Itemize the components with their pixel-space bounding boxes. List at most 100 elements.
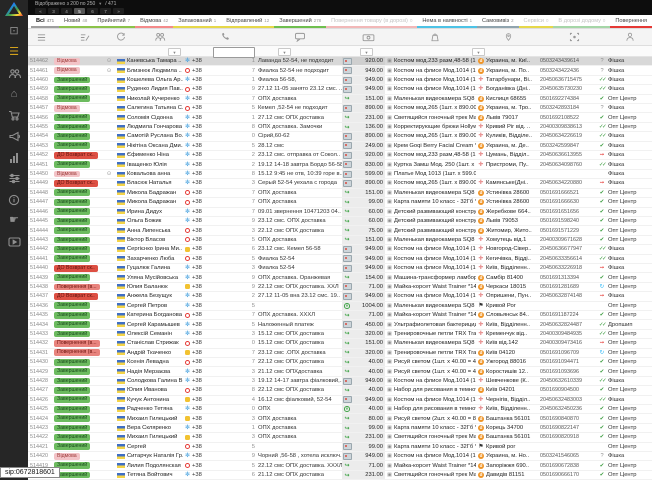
tracking-number[interactable]: 0501691096709: [540, 349, 596, 357]
product-info-icon[interactable]: ▣: [385, 132, 394, 140]
client-phone[interactable]: +38: [192, 424, 213, 432]
warehouse-icon[interactable]: ⌂: [5, 86, 23, 103]
client-phone[interactable]: +38: [192, 292, 213, 300]
order-row[interactable]: 514457ВідмоваСалегина Татьяна С..+385Кем…: [28, 104, 652, 113]
client-phone[interactable]: +38: [192, 367, 213, 375]
product-info-icon[interactable]: ▣: [385, 85, 394, 93]
product-info-icon[interactable]: ▣: [385, 330, 394, 338]
tracking-number[interactable]: 0501691094471: [540, 358, 596, 366]
tab-Повернення[interactable]: Повернення: [610, 15, 652, 28]
client-phone[interactable]: +38: [192, 264, 213, 272]
client-phone[interactable]: +38: [192, 66, 213, 74]
product-filter-dropdown[interactable]: ▼: [472, 48, 485, 56]
client-phone[interactable]: +38: [192, 236, 213, 244]
product-info-icon[interactable]: ▣: [385, 208, 394, 216]
order-row[interactable]: 514458ЗавершенийНиколай Кучеренко✻+387ОП…: [28, 95, 652, 104]
client-phone[interactable]: +38: [192, 160, 213, 168]
tracking-number[interactable]: 20450632483003: [540, 396, 596, 404]
order-row[interactable]: 514453ЗавершенийНікітіна Оксана Дми..✻+3…: [28, 142, 652, 151]
tracking-number[interactable]: 20450634098760: [540, 160, 596, 168]
product-info-icon[interactable]: ▣: [385, 189, 394, 197]
page-button-5[interactable]: 5: [74, 8, 85, 14]
column-tracking-icon[interactable]: [540, 29, 608, 45]
monitor-icon[interactable]: ⊡: [5, 23, 23, 40]
video-icon[interactable]: [5, 233, 23, 250]
client-phone[interactable]: +38: [192, 95, 213, 103]
tracking-number[interactable]: 20400309473416: [540, 339, 596, 347]
product-info-icon[interactable]: ▣: [385, 217, 394, 225]
client-phone[interactable]: +38: [192, 226, 213, 234]
product-info-icon[interactable]: ▣: [385, 236, 394, 244]
client-phone[interactable]: +38: [192, 320, 213, 328]
client-filter-dropdown[interactable]: ▼: [168, 48, 181, 56]
stats-icon[interactable]: [5, 149, 23, 166]
order-row[interactable]: 514421ЗавершенийСергей+38599.00▣Карта па…: [28, 443, 652, 452]
tracking-number[interactable]: 0501690822147: [540, 424, 596, 432]
chevron-down-icon[interactable]: ▼: [98, 1, 102, 6]
phone-filter-input[interactable]: [213, 47, 255, 58]
column-phone-icon[interactable]: [192, 29, 258, 45]
tracking-number[interactable]: 0503243439614: [540, 57, 596, 65]
client-phone[interactable]: +38: [192, 452, 213, 460]
client-phone[interactable]: +38: [192, 396, 213, 404]
column-product-icon[interactable]: [394, 29, 476, 45]
order-row[interactable]: 514443ЗавершенийВіктор Власов+385ОПХ дос…: [28, 236, 652, 245]
order-row[interactable]: 514451ЗавершенийІващенко Юлія✻+38219.12 …: [28, 160, 652, 169]
client-phone[interactable]: +38: [192, 217, 213, 225]
order-row[interactable]: 514424ЗавершенийМихаил Гилецький+383ОПХ …: [28, 414, 652, 423]
tracking-number[interactable]: 0501692274384: [540, 95, 596, 103]
product-info-icon[interactable]: ▣: [385, 160, 394, 168]
client-phone[interactable]: +38: [192, 339, 213, 347]
product-info-icon[interactable]: ▣: [385, 113, 394, 121]
client-phone[interactable]: +38: [192, 283, 213, 291]
client-phone[interactable]: +38: [192, 433, 213, 441]
tracking-number[interactable]: 0501691666521: [540, 189, 596, 197]
client-phone[interactable]: +38: [192, 443, 213, 451]
page-button-7[interactable]: 7: [100, 8, 111, 14]
product-info-icon[interactable]: ▣: [385, 320, 394, 328]
tracking-number[interactable]: 0501692108522: [540, 113, 596, 121]
last-page-button[interactable]: »: [113, 8, 124, 14]
clients-icon[interactable]: [5, 65, 23, 82]
tracking-number[interactable]: 0501691313394: [540, 273, 596, 281]
product-info-icon[interactable]: ▣: [385, 179, 394, 187]
amount-filter-dropdown[interactable]: ▼: [360, 48, 373, 56]
column-amount-icon[interactable]: [342, 29, 394, 45]
tab-Відмова[interactable]: Відмова42: [135, 15, 173, 28]
client-phone[interactable]: +38: [192, 76, 213, 84]
tracking-number[interactable]: 0501691281689: [540, 283, 596, 291]
tracking-number[interactable]: 0501690666170: [540, 471, 596, 479]
cart-icon[interactable]: [5, 107, 23, 124]
megaphone-icon[interactable]: [5, 128, 23, 145]
order-row[interactable]: 514422ЗавершенийМихаил Гилецький+383ОПХ …: [28, 433, 652, 442]
tracking-number[interactable]: 20450632450236: [540, 405, 596, 413]
tracking-number[interactable]: 0501691666630: [540, 198, 596, 206]
client-phone[interactable]: +38: [192, 123, 213, 131]
client-phone[interactable]: +38: [192, 57, 213, 65]
client-phone[interactable]: +38: [192, 358, 213, 366]
order-row[interactable]: 514419ЗавершенийЛилия Подолянская+38522.…: [28, 461, 652, 470]
client-phone[interactable]: +38: [192, 104, 213, 112]
tab-Самовивіз[interactable]: Самовивіз2: [477, 15, 519, 28]
product-info-icon[interactable]: ▣: [385, 273, 394, 281]
page-button-3[interactable]: 3: [48, 8, 59, 14]
tracking-number[interactable]: 0501691651656: [540, 208, 596, 216]
order-row[interactable]: 514431Повернення (в...Андрій Ткаченко+38…: [28, 349, 652, 358]
column-source-icon[interactable]: [608, 29, 652, 45]
tab-Сервіси[interactable]: Сервіси0: [519, 15, 554, 28]
client-phone[interactable]: +38: [192, 245, 213, 253]
order-row[interactable]: 514442ЗавершенийСергієнко Ірина Ми..+386…: [28, 245, 652, 254]
client-phone[interactable]: +38: [192, 170, 213, 178]
client-phone[interactable]: +38: [192, 461, 213, 469]
tab-Відправлений[interactable]: Відправлений12: [221, 15, 274, 28]
tracking-number[interactable]: 20450632824487: [540, 320, 596, 328]
client-phone[interactable]: +38: [192, 113, 213, 121]
client-phone[interactable]: +38: [192, 349, 213, 357]
client-phone[interactable]: +38: [192, 273, 213, 281]
tracking-number[interactable]: 0501690672838: [540, 461, 596, 469]
product-info-icon[interactable]: ▣: [385, 76, 394, 84]
tracking-number[interactable]: 20450636613955: [540, 151, 596, 159]
product-info-icon[interactable]: ▣: [385, 302, 394, 310]
order-row[interactable]: 514434ЗавершенийСергей Карамышев✻+385Нал…: [28, 320, 652, 329]
first-page-button[interactable]: «: [35, 8, 46, 14]
